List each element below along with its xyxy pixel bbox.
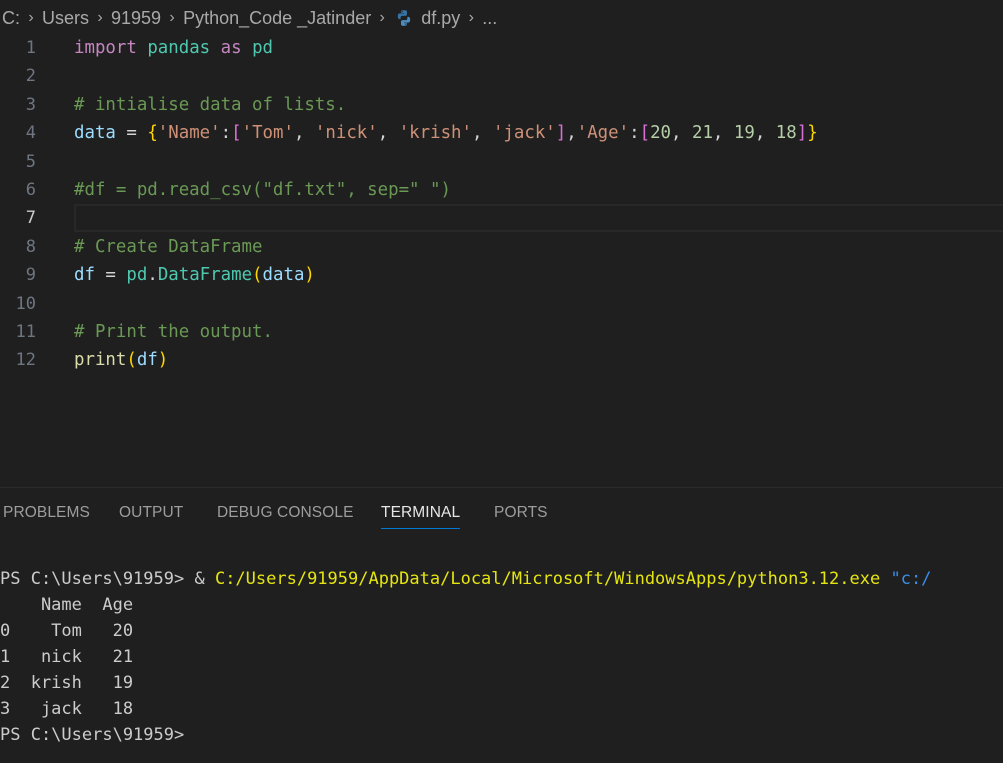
- code-line[interactable]: 12 print(df): [0, 346, 1003, 374]
- tab-terminal[interactable]: TERMINAL: [381, 504, 460, 522]
- breadcrumb-users[interactable]: Users: [40, 8, 91, 29]
- line-number: 10: [15, 293, 36, 314]
- terminal-output-line: 3 jack 18: [0, 699, 134, 719]
- breadcrumb-drive[interactable]: C:: [0, 8, 22, 29]
- code-comment: # Print the output.: [74, 322, 273, 342]
- chevron-right-icon: ›: [468, 9, 474, 26]
- code-text: df = pd.DataFrame(data): [74, 265, 315, 286]
- code-line[interactable]: 2: [0, 62, 1003, 90]
- code-line[interactable]: 10: [0, 290, 1003, 318]
- code-line[interactable]: 8 # Create DataFrame: [0, 233, 1003, 261]
- panel-tab-bar: PROBLEMS OUTPUT DEBUG CONSOLE TERMINAL P…: [0, 488, 1003, 536]
- code-line[interactable]: 3 # intialise data of lists.: [0, 91, 1003, 119]
- code-comment: # Create DataFrame: [74, 236, 263, 257]
- line-number: 8: [25, 236, 36, 257]
- code-line[interactable]: 1 import pandas as pd: [0, 34, 1003, 62]
- tab-problems[interactable]: PROBLEMS: [3, 504, 90, 522]
- line-number: 6: [25, 180, 36, 200]
- line-number: 7: [25, 208, 36, 229]
- terminal-output-line: 1 nick 21: [0, 647, 134, 667]
- breadcrumb: C: › Users › 91959 › Python_Code _Jatind…: [0, 0, 1003, 36]
- code-line-active[interactable]: 7: [0, 204, 1003, 233]
- line-number: 9: [25, 265, 36, 286]
- breadcrumb-user-folder[interactable]: 91959: [109, 8, 163, 29]
- line-number: 5: [25, 151, 36, 172]
- breadcrumb-project-folder[interactable]: Python_Code _Jatinder: [181, 8, 373, 29]
- terminal-output-line: Name Age: [0, 595, 134, 615]
- tab-ports[interactable]: PORTS: [494, 504, 548, 522]
- breadcrumb-symbols[interactable]: ...: [480, 8, 499, 29]
- chevron-right-icon: ›: [379, 9, 385, 26]
- line-number: 2: [25, 66, 36, 87]
- line-number: 12: [15, 350, 36, 371]
- python-icon: [398, 10, 411, 26]
- chevron-right-icon: ›: [97, 9, 103, 26]
- code-line[interactable]: 11 # Print the output.: [0, 318, 1003, 346]
- code-text: print(df): [74, 350, 169, 371]
- terminal-prompt: PS C:\Users\91959>: [0, 725, 185, 745]
- chevron-right-icon: ›: [28, 9, 34, 26]
- breadcrumb-file[interactable]: df.py: [419, 8, 462, 29]
- current-line-highlight: [74, 204, 1003, 233]
- tab-output[interactable]: OUTPUT: [119, 504, 183, 522]
- code-line[interactable]: 9 df = pd.DataFrame(data): [0, 261, 1003, 289]
- terminal[interactable]: PS C:\Users\91959> & C:/Users/91959/AppD…: [0, 566, 1003, 748]
- terminal-command-line: PS C:\Users\91959> & C:/Users/91959/AppD…: [0, 569, 932, 589]
- chevron-right-icon: ›: [169, 9, 175, 26]
- code-text: import pandas as pd: [74, 38, 274, 58]
- code-line[interactable]: 6 #df = pd.read_csv("df.txt", sep=" "): [0, 176, 1003, 204]
- code-comment: #df = pd.read_csv("df.txt", sep=" "): [74, 180, 451, 200]
- line-number: 11: [15, 322, 36, 342]
- code-text: data = {'Name':['Tom', 'nick', 'krish', …: [74, 123, 818, 144]
- line-number: 4: [25, 123, 36, 144]
- tab-debug-console[interactable]: DEBUG CONSOLE: [217, 504, 354, 522]
- terminal-output-line: 0 Tom 20: [0, 621, 134, 641]
- line-number: 1: [25, 38, 36, 58]
- line-number: 3: [25, 94, 36, 115]
- code-line[interactable]: 5: [0, 148, 1003, 176]
- code-comment: # intialise data of lists.: [74, 94, 347, 115]
- active-tab-indicator: [381, 528, 460, 529]
- terminal-output-line: 2 krish 19: [0, 673, 134, 693]
- code-line[interactable]: 4 data = {'Name':['Tom', 'nick', 'krish'…: [0, 119, 1003, 147]
- code-editor[interactable]: 1 import pandas as pd 2 3 # intialise da…: [0, 34, 1003, 484]
